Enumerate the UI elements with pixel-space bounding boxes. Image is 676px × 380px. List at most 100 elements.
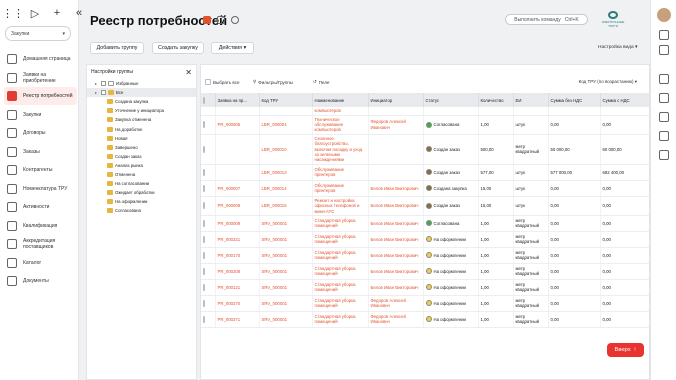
plus-icon[interactable]: + <box>50 6 64 20</box>
column-header[interactable]: Статус <box>423 93 479 107</box>
create-purchase-button[interactable]: Создать закупку <box>152 42 204 54</box>
table-row[interactable]: PR_000270 SRV_000001 Стандартная уборка по… <box>201 295 649 312</box>
request-cell[interactable] <box>215 107 260 116</box>
table-row[interactable]: PR_000121 SRV_000001 Стандартная уборка по… <box>201 279 649 296</box>
calendar-icon[interactable] <box>659 74 669 84</box>
reset-button[interactable]: ↺ Пеле <box>313 79 330 85</box>
column-header[interactable]: Заявка на пр... <box>215 93 260 107</box>
group-tree-item[interactable]: Согласована <box>87 206 196 215</box>
chat-icon[interactable] <box>659 93 669 103</box>
code-cell[interactable] <box>259 107 313 116</box>
sidebar-item[interactable]: Активности <box>4 198 77 216</box>
code-cell[interactable]: SRV_000001 <box>259 231 313 248</box>
bell-icon[interactable] <box>659 131 669 141</box>
group-tree-item[interactable]: Уточнение у инициатора <box>87 106 196 115</box>
code-cell[interactable]: LBR_000004 <box>259 115 313 135</box>
sidebar-item[interactable]: Номенклатура ТРУ <box>4 180 77 198</box>
app-select[interactable]: Закупки ▾ <box>5 26 71 41</box>
table-row[interactable]: компьютеров <box>201 107 649 116</box>
code-cell[interactable]: SRV_000001 <box>259 247 313 264</box>
select-all-rows-checkbox[interactable] <box>203 96 205 104</box>
help-icon[interactable] <box>231 16 239 24</box>
actions-button[interactable]: Действия ▾ <box>211 42 254 54</box>
request-cell[interactable]: PR_000008 <box>215 196 260 216</box>
request-cell[interactable]: PR_000170 <box>215 247 260 264</box>
request-cell[interactable]: PR_000270 <box>215 295 260 312</box>
code-cell[interactable]: SRV_000001 <box>259 263 313 280</box>
help-icon[interactable] <box>659 45 669 55</box>
table-row[interactable]: PR_000208 SRV_000001 Стандартная уборка по… <box>201 263 649 280</box>
registry-icon[interactable] <box>203 16 211 24</box>
code-cell[interactable]: SRV_000001 <box>259 295 313 312</box>
view-settings[interactable]: Настройка вида ▾ <box>598 45 637 50</box>
code-cell[interactable]: LBR_000015 <box>259 196 313 216</box>
code-cell[interactable]: LBR_000010 <box>259 134 313 165</box>
sidebar-item[interactable]: Квалификация <box>4 217 77 235</box>
table-row[interactable]: PR_000005 LBR_000004 Техническое обслужива… <box>201 115 649 135</box>
group-tree-item[interactable]: Анализ рынка <box>87 161 196 170</box>
code-cell[interactable]: LBR_000013 <box>259 164 313 181</box>
group-tree-item[interactable]: На доработке <box>87 124 196 133</box>
row-checkbox[interactable] <box>203 235 205 243</box>
table-row[interactable]: PR_000009 SRV_000001 Стандартная уборка по… <box>201 215 649 232</box>
request-cell[interactable]: PR_000007 <box>215 180 260 197</box>
table-row[interactable]: PR_000008 LBR_000015 Ремонт и настройка оф… <box>201 196 649 216</box>
column-header[interactable]: Сумма с НДС <box>600 93 649 107</box>
row-checkbox[interactable] <box>203 219 205 227</box>
group-tree-item[interactable]: ▸ Все <box>87 88 196 98</box>
table-row[interactable]: LBR_000010 Сезонное благоустройство, вклю… <box>201 134 649 165</box>
table-row[interactable]: PR_000221 SRV_000001 Стандартная уборка по… <box>201 231 649 248</box>
sidebar-item[interactable]: Реестр потребностей <box>4 87 77 105</box>
row-checkbox[interactable] <box>203 299 205 307</box>
request-cell[interactable]: PR_000121 <box>215 279 260 296</box>
sidebar-item[interactable]: Договоры <box>4 124 77 142</box>
close-icon[interactable]: ✕ <box>185 68 192 77</box>
group-tree-item[interactable]: Создана закупка <box>87 97 196 106</box>
group-checkbox[interactable] <box>101 81 106 87</box>
sidebar-item[interactable]: Контрагенты <box>4 161 77 179</box>
avatar[interactable] <box>657 8 671 22</box>
sidebar-item[interactable]: Заявки на приобретение <box>4 69 77 87</box>
row-checkbox[interactable] <box>203 168 205 176</box>
group-tree-item[interactable]: ▸ Избранные <box>87 79 196 88</box>
request-cell[interactable]: PR_000009 <box>215 215 260 232</box>
column-header[interactable]: Код ТРУ <box>259 93 313 107</box>
group-tree-item[interactable]: Новая <box>87 134 196 143</box>
sidebar-item[interactable]: Заказы <box>4 143 77 161</box>
row-checkbox[interactable] <box>203 251 205 259</box>
sidebar-item[interactable]: Документы <box>4 272 77 290</box>
group-tree-item[interactable]: Закупка отменена <box>87 115 196 124</box>
table-row[interactable]: PR_000007 LBR_000014 Обслуживание принтеро… <box>201 180 649 197</box>
settings-icon[interactable] <box>217 16 225 24</box>
grid-icon[interactable] <box>659 30 669 40</box>
tree-toggle-icon[interactable]: ▸ <box>95 90 100 95</box>
request-cell[interactable]: PR_000208 <box>215 263 260 280</box>
row-checkbox[interactable] <box>203 315 205 323</box>
group-tree-item[interactable]: Отменена <box>87 170 196 179</box>
mail-icon[interactable] <box>659 112 669 122</box>
tasks-icon[interactable] <box>659 150 669 160</box>
table-row[interactable]: LBR_000013 Обслуживание принтеров Создан з… <box>201 164 649 181</box>
group-tree-item[interactable]: На оформлении <box>87 197 196 206</box>
row-checkbox[interactable] <box>203 184 205 192</box>
code-cell[interactable]: SRV_000001 <box>259 311 313 328</box>
request-cell[interactable]: PR_000271 <box>215 311 260 328</box>
code-cell[interactable]: SRV_000001 <box>259 279 313 296</box>
select-all[interactable]: Выбрать все <box>205 79 239 85</box>
sidebar-item[interactable]: Каталог <box>4 254 77 272</box>
table-row[interactable]: PR_000170 SRV_000001 Стандартная уборка по… <box>201 247 649 264</box>
filters-button[interactable]: ⚲ Фильтры/Группы <box>253 79 293 85</box>
row-checkbox[interactable] <box>203 120 205 128</box>
play-icon[interactable]: ▷ <box>28 6 42 20</box>
group-checkbox[interactable] <box>101 90 106 96</box>
group-tree-item[interactable]: Ожидает обработки <box>87 188 196 197</box>
column-header[interactable]: Наименование <box>312 93 369 107</box>
row-checkbox[interactable] <box>203 267 205 275</box>
code-cell[interactable]: SRV_000001 <box>259 215 313 232</box>
request-cell[interactable] <box>215 134 260 165</box>
sidebar-item[interactable]: Домашняя страница <box>4 50 77 68</box>
column-header[interactable]: ЕИ <box>513 93 549 107</box>
sort-select[interactable]: Код ТРУ (по возрастанию) ▾ <box>579 79 637 85</box>
group-tree-item[interactable]: На согласовании <box>87 179 196 188</box>
request-cell[interactable]: PR_000005 <box>215 115 260 135</box>
